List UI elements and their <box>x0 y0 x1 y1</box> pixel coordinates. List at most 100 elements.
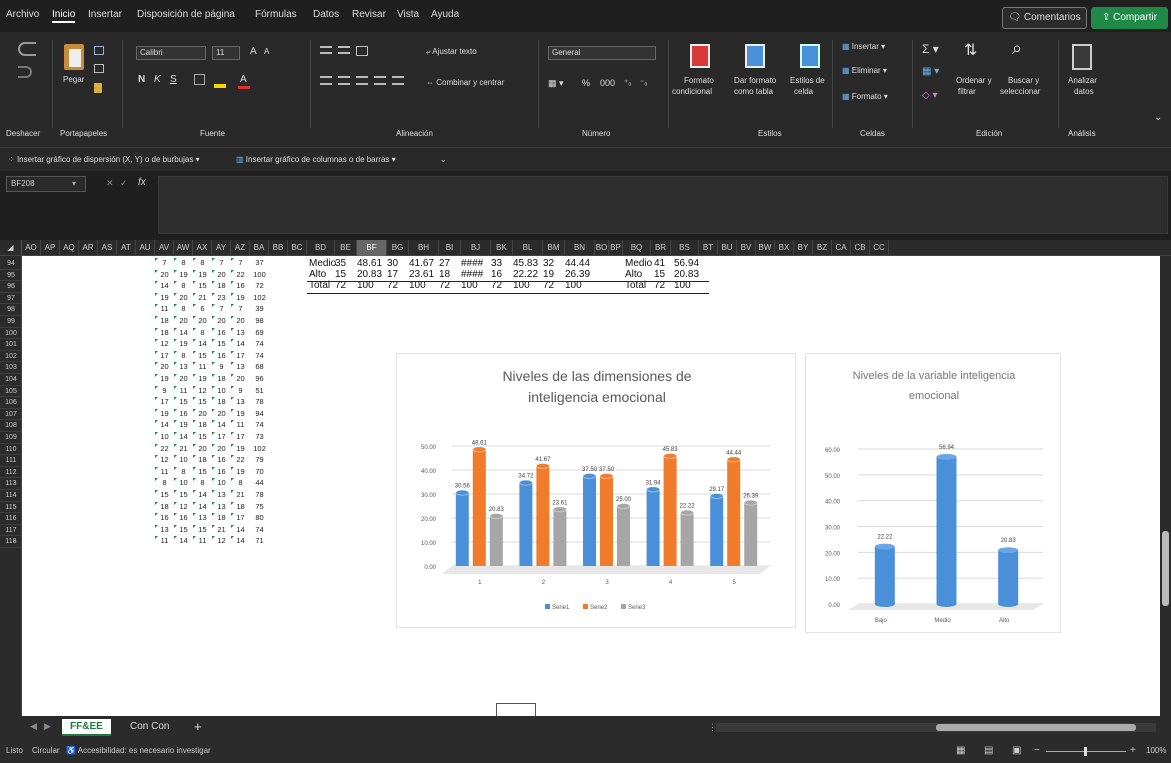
summary-cell[interactable]: 30 <box>387 258 398 269</box>
summary-cell[interactable]: 23.61 <box>409 269 434 280</box>
bar-serie2-3[interactable] <box>600 476 613 566</box>
data-cell[interactable]: 39 <box>250 304 269 313</box>
menu-datos[interactable]: Datos <box>313 9 339 20</box>
summary-cell[interactable]: 15 <box>335 269 346 280</box>
bar-serie3-1[interactable] <box>489 516 503 566</box>
bar-serie1-4[interactable] <box>646 489 660 566</box>
column-header-cell[interactable]: BP <box>609 240 623 256</box>
cell-styles-icon[interactable] <box>800 44 820 68</box>
data-cell[interactable]: 68 <box>250 362 269 371</box>
number-format-dropdown[interactable]: General <box>548 46 656 60</box>
data-cell[interactable]: 10 <box>155 432 174 441</box>
format-table-label2[interactable]: como tabla <box>734 87 773 96</box>
sort-filter-label[interactable]: Ordenar y <box>956 76 992 85</box>
format-cells-button[interactable]: ▦ Formato ▾ <box>842 92 888 101</box>
data-cell[interactable]: 74 <box>250 339 269 348</box>
row-header-cell[interactable]: 102 <box>0 351 22 363</box>
data-cell[interactable]: 10 <box>174 455 193 464</box>
data-cell[interactable]: 15 <box>174 524 193 534</box>
data-cell[interactable]: 19 <box>174 339 193 348</box>
column-header-cell[interactable]: CA <box>832 240 851 256</box>
data-cell[interactable]: 18 <box>212 281 231 290</box>
data-cell[interactable]: 19 <box>174 269 193 279</box>
data-cell[interactable]: 11 <box>174 385 193 395</box>
data-cell[interactable]: 22 <box>231 455 250 464</box>
chart-dimensions[interactable]: Niveles de las dimensiones de inteligenci… <box>396 353 796 628</box>
conditional-format-label[interactable]: Formato <box>684 76 714 85</box>
data-cell[interactable]: 44 <box>250 478 269 487</box>
data-cell[interactable]: 10 <box>212 385 231 395</box>
data-cell[interactable]: 16 <box>212 350 231 360</box>
column-header-cell[interactable]: BX <box>775 240 794 256</box>
fill-icon[interactable]: ▦ ▾ <box>922 66 939 77</box>
insert-function-icon[interactable]: fx <box>138 177 146 188</box>
data-cell[interactable]: 19 <box>193 269 212 279</box>
data-cell[interactable]: 8 <box>174 281 193 290</box>
worksheet[interactable]: 7 8 8 7 7 37 20 19 19 20 22 100 14 8 15 18 16 72 19 20 21 23 1… <box>22 256 1160 716</box>
data-cell[interactable]: 74 <box>250 351 269 360</box>
summary-cell[interactable]: 45.83 <box>513 258 538 269</box>
undo-icon[interactable] <box>18 42 36 56</box>
data-cell[interactable]: 11 <box>155 304 174 313</box>
redo-icon[interactable] <box>18 66 32 78</box>
data-cell[interactable]: 19 <box>174 420 193 429</box>
column-header-cell[interactable]: AP <box>41 240 60 256</box>
insert-scatter-button[interactable]: ⁘ Insertar gráfico de dispersión (X, Y) … <box>8 155 200 164</box>
data-cell[interactable]: 12 <box>155 339 174 348</box>
data-cell[interactable]: 12 <box>212 536 231 545</box>
bar-serie3-3[interactable] <box>617 506 630 566</box>
data-cell[interactable]: 14 <box>193 339 212 348</box>
data-cell[interactable]: 18 <box>193 455 212 464</box>
data-cell[interactable]: 14 <box>174 536 193 545</box>
data-cell[interactable]: 17 <box>231 432 250 441</box>
data-cell[interactable]: 17 <box>231 513 250 522</box>
data-cell[interactable]: 19 <box>155 292 174 302</box>
summary-cell[interactable]: Medio <box>625 258 652 269</box>
data-cell[interactable]: 16 <box>212 455 231 464</box>
comments-button[interactable]: 🗨 Comentarios <box>1002 7 1087 29</box>
data-cell[interactable]: 79 <box>250 455 269 464</box>
row-header-cell[interactable]: 109 <box>0 432 22 444</box>
data-cell[interactable]: 8 <box>231 478 250 487</box>
column-header-cell[interactable]: AW <box>174 240 193 256</box>
data-cell[interactable]: 80 <box>250 513 269 522</box>
align-center-icon[interactable] <box>338 76 350 85</box>
row-header-cell[interactable]: 105 <box>0 386 22 398</box>
row-header-cell[interactable]: 115 <box>0 502 22 514</box>
data-cell[interactable]: 20 <box>174 374 193 383</box>
column-header-cell[interactable]: BY <box>794 240 813 256</box>
percent-icon[interactable]: % <box>582 78 590 88</box>
customize-quickbar-icon[interactable]: ⌄ <box>440 155 447 164</box>
outdent-icon[interactable] <box>392 76 404 85</box>
row-header-cell[interactable]: 116 <box>0 513 22 525</box>
format-table-label[interactable]: Dar formato <box>734 76 776 85</box>
data-cell[interactable]: 18 <box>212 513 231 522</box>
select-all-corner[interactable]: ◢ <box>0 240 22 256</box>
data-cell[interactable]: 72 <box>250 281 269 290</box>
data-cell[interactable]: 13 <box>155 524 174 534</box>
data-cell[interactable]: 17 <box>155 397 174 406</box>
align-top-icon[interactable] <box>320 46 332 54</box>
data-cell[interactable]: 96 <box>250 374 269 383</box>
namebox-dropdown-icon[interactable]: ▾ <box>72 179 76 188</box>
cancel-icon[interactable]: ✕ <box>106 178 114 189</box>
data-cell[interactable]: 17 <box>155 350 174 360</box>
zoom-in-icon[interactable]: + <box>1130 745 1136 756</box>
menu-vista[interactable]: Vista <box>397 9 419 20</box>
row-header-cell[interactable]: 111 <box>0 455 22 467</box>
summary-cell[interactable]: 22.22 <box>513 269 538 280</box>
data-cell[interactable]: 13 <box>231 397 250 406</box>
data-cell[interactable]: 15 <box>193 524 212 534</box>
data-cell[interactable]: 10 <box>174 478 193 487</box>
row-header-cell[interactable]: 110 <box>0 444 22 456</box>
data-cell[interactable]: 13 <box>193 513 212 522</box>
accessibility-status[interactable]: ♿ Accesibilidad: es necesario investigar <box>66 746 211 755</box>
summary-cell[interactable]: 48.61 <box>357 258 382 269</box>
data-cell[interactable]: 16 <box>155 513 174 522</box>
summary-cell[interactable]: 27 <box>439 258 450 269</box>
find-select-label[interactable]: Buscar y <box>1008 76 1039 85</box>
bar-serie3-2[interactable] <box>553 509 567 566</box>
bar-bajo[interactable] <box>874 546 895 604</box>
next-sheet-icon[interactable]: ▶ <box>44 721 51 732</box>
cut-icon[interactable] <box>94 46 104 55</box>
